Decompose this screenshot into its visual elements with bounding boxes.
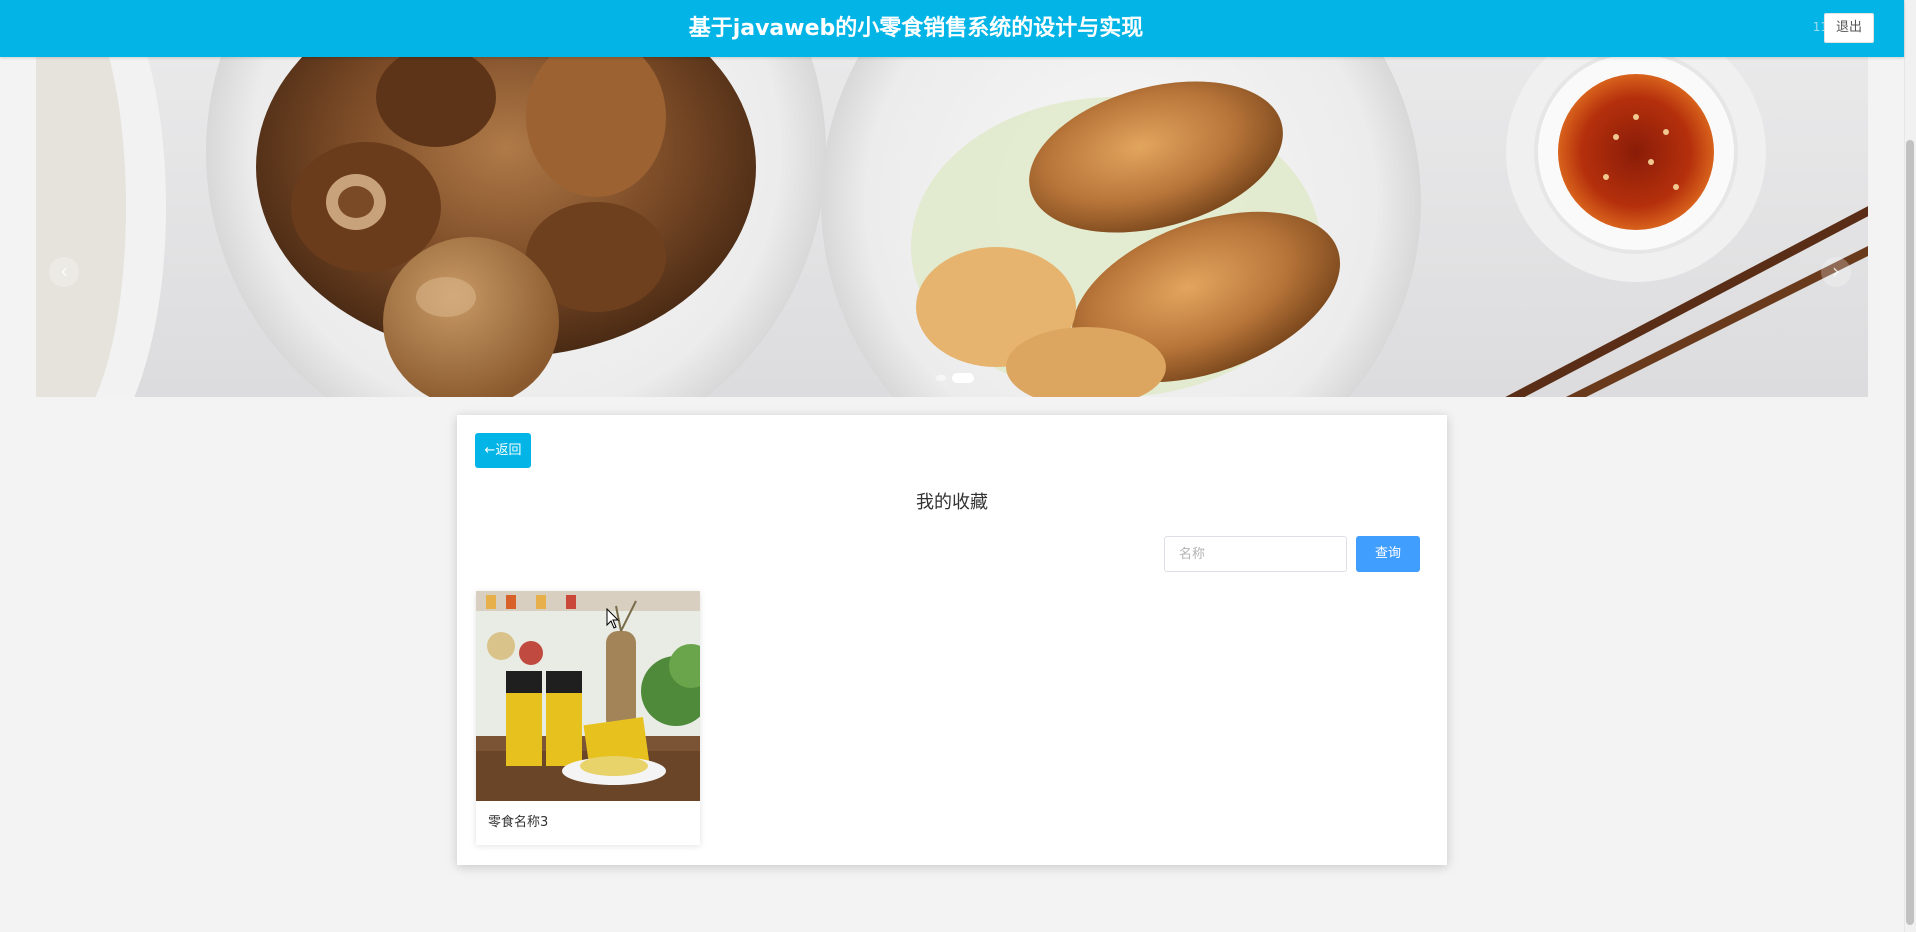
favorites-panel: ←返回 我的收藏 查询 <box>457 415 1447 865</box>
favorite-item-image[interactable] <box>476 591 700 801</box>
banner-food-image <box>36 57 1868 397</box>
scrollbar-thumb[interactable] <box>1906 140 1914 925</box>
banner-indicators <box>936 373 974 383</box>
banner-carousel: ‹ › <box>36 57 1868 397</box>
banner-indicator-2[interactable] <box>952 373 974 383</box>
mouse-cursor-icon <box>606 608 620 629</box>
banner-prev-arrow[interactable]: ‹ <box>49 257 79 287</box>
page-title: 我的收藏 <box>916 492 988 513</box>
chevron-left-icon: ‹ <box>60 259 68 283</box>
site-title: 基于javaweb的小零食销售系统的设计与实现 <box>688 16 1144 41</box>
banner-indicator-1[interactable] <box>936 375 946 381</box>
search-name-input[interactable] <box>1164 536 1347 572</box>
favorite-item[interactable]: 零食名称3 <box>476 591 700 845</box>
back-button[interactable]: ←返回 <box>475 433 531 468</box>
logout-button[interactable]: 退出 <box>1824 13 1874 43</box>
page-scrollbar[interactable] <box>1904 0 1916 932</box>
chevron-right-icon: › <box>1832 259 1840 283</box>
top-navbar: 基于javaweb的小零食销售系统的设计与实现 11 退出 <box>0 0 1904 57</box>
banner-next-arrow[interactable]: › <box>1821 257 1851 287</box>
search-button[interactable]: 查询 <box>1356 536 1420 572</box>
snack-product-image <box>476 591 700 801</box>
favorite-item-name: 零食名称3 <box>488 815 549 830</box>
